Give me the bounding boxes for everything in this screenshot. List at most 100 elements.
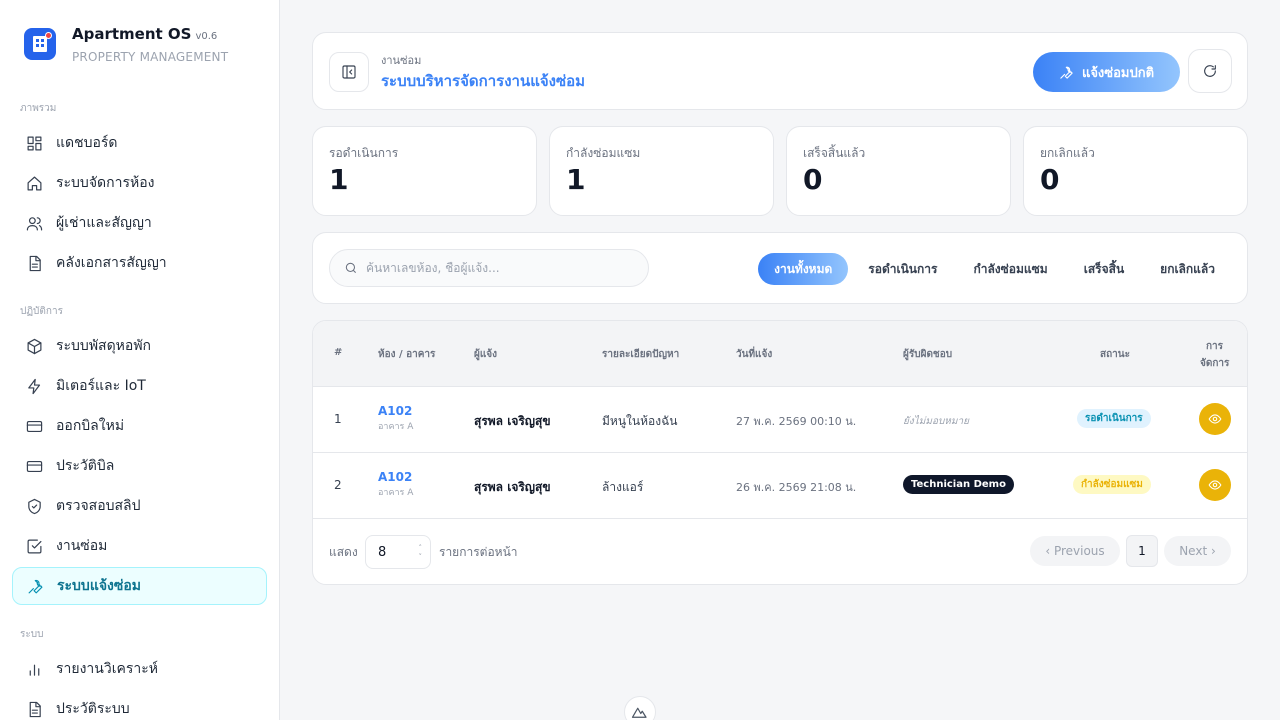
sidebar-item-system-log[interactable]: ประวัติระบบ (12, 690, 267, 720)
sidebar-item-rooms[interactable]: ระบบจัดการห้อง (12, 164, 267, 202)
filter-bar: งานทั้งหมด รอดำเนินการ กำลังซ่อมแซม เสร็… (312, 232, 1248, 304)
column-header-status: สถานะ (1100, 349, 1130, 360)
checkbox-icon (25, 537, 43, 555)
brand[interactable]: Apartment OS v0.6 PROPERTY MANAGEMENT (24, 24, 228, 64)
problem-detail: มีหนูในห้องฉัน (602, 414, 678, 428)
room-cell: A102 อาคาร A (378, 404, 413, 433)
search-input[interactable] (366, 261, 636, 275)
next-page-button[interactable]: Next › (1164, 536, 1231, 566)
assignee-cell: Technician Demo (903, 475, 1014, 494)
sidebar-item-dashboard[interactable]: แดชบอร์ด (12, 124, 267, 162)
tab-done[interactable]: เสร็จสิ้น (1068, 253, 1140, 285)
stat-card-in-progress: กำลังซ่อมแซม 1 (549, 126, 774, 216)
column-header-no: # (334, 347, 343, 358)
table-row[interactable]: 2 A102 อาคาร A สุรพล เจริญสุข ล้างแอร์ 2… (313, 453, 1247, 519)
app-subtitle: PROPERTY MANAGEMENT (72, 50, 229, 64)
view-button[interactable] (1199, 403, 1231, 435)
repair-table: # ห้อง / อาคาร ผู้แจ้ง รายละเอียดปัญหา ว… (312, 320, 1248, 585)
card-icon (25, 417, 43, 435)
building-label: อาคาร A (378, 488, 414, 498)
table-row[interactable]: 1 A102 อาคาร A สุรพล เจริญสุข มีหนูในห้อ… (313, 387, 1247, 453)
bar-chart-icon (25, 660, 43, 678)
sidebar-item-label: มิเตอร์และ IoT (56, 378, 146, 394)
wrench-icon (26, 577, 44, 595)
users-icon (25, 214, 43, 232)
dashboard-icon (25, 134, 43, 152)
row-number: 1 (334, 412, 342, 426)
document-icon (25, 254, 43, 272)
stat-value: 0 (1040, 163, 1060, 196)
sidebar-item-label: ออกบิลใหม่ (56, 418, 125, 434)
page-header: งานซ่อม ระบบบริหารจัดการงานแจ้งซ่อม แจ้ง… (312, 32, 1248, 110)
app-name: Apartment OS (72, 25, 192, 43)
stat-card-cancelled: ยกเลิกแล้ว 0 (1023, 126, 1248, 216)
sidebar-item-label: ประวัติบิล (56, 458, 115, 474)
sidebar-item-label: ตรวจสอบสลิป (56, 498, 141, 514)
sidebar-item-repairs[interactable]: งานซ่อม (12, 527, 267, 565)
report-repair-label: แจ้งซ่อมปกติ (1081, 65, 1155, 81)
sidebar-item-label: แดชบอร์ด (56, 135, 118, 151)
page-number-button[interactable]: 1 (1126, 535, 1158, 567)
stat-label: ยกเลิกแล้ว (1040, 146, 1095, 160)
wrench-icon (1060, 66, 1073, 79)
search-box[interactable] (329, 249, 649, 287)
sidebar-item-documents[interactable]: คลังเอกสารสัญญา (12, 244, 267, 282)
reporter-name: สุรพล เจริญสุข (474, 414, 551, 428)
sidebar-item-bill-history[interactable]: ประวัติบิล (12, 447, 267, 485)
stepper-arrows-icon: ˄ ˅ (418, 544, 423, 561)
sidebar-item-label: งานซ่อม (56, 538, 108, 554)
shield-icon (25, 497, 43, 515)
status-cell: กำลังซ่อมแซม (1073, 475, 1151, 494)
devtools-button[interactable] (624, 696, 656, 720)
tab-in-progress[interactable]: กำลังซ่อมแซม (957, 253, 1063, 285)
status-badge: รอดำเนินการ (1077, 409, 1151, 428)
sidebar-item-meters[interactable]: มิเตอร์และ IoT (12, 367, 267, 405)
breadcrumb: งานซ่อม (381, 54, 422, 67)
report-date: 27 พ.ค. 2569 00:10 น. (736, 415, 857, 428)
sidebar-item-new-bill[interactable]: ออกบิลใหม่ (12, 407, 267, 445)
nuxt-logo-icon (631, 707, 647, 718)
tab-pending[interactable]: รอดำเนินการ (852, 253, 953, 285)
reporter-name: สุรพล เจริญสุข (474, 480, 551, 494)
eye-icon (1208, 414, 1222, 424)
nav-section-overview: ภาพรวม (20, 103, 57, 114)
stat-label: เสร็จสิ้นแล้ว (803, 146, 866, 160)
report-date: 26 พ.ค. 2569 21:08 น. (736, 481, 857, 494)
stat-value: 1 (566, 163, 586, 196)
room-link[interactable]: A102 (378, 470, 413, 484)
status-badge: กำลังซ่อมแซม (1073, 475, 1151, 494)
stat-value: 0 (803, 163, 823, 196)
report-repair-button[interactable]: แจ้งซ่อมปกติ (1033, 52, 1180, 92)
per-page-value: 8 (378, 544, 387, 560)
tab-cancelled[interactable]: ยกเลิกแล้ว (1144, 253, 1231, 285)
room-link[interactable]: A102 (378, 404, 413, 418)
per-page-suffix: รายการต่อหน้า (439, 545, 518, 559)
sidebar-item-label: ประวัติระบบ (56, 701, 130, 717)
app-title: Apartment OS v0.6 (72, 24, 228, 47)
tab-all[interactable]: งานทั้งหมด (758, 253, 849, 285)
technician-badge: Technician Demo (903, 475, 1014, 494)
previous-page-button[interactable]: ‹ Previous (1030, 536, 1120, 566)
home-icon (25, 174, 43, 192)
sidebar-item-label: คลังเอกสารสัญญา (56, 255, 167, 271)
sidebar-item-label: ผู้เช่าและสัญญา (56, 215, 152, 231)
sidebar-item-parcels[interactable]: ระบบพัสดุหอพัก (12, 327, 267, 365)
unassigned-label: ยังไม่มอบหมาย (903, 416, 969, 427)
collapse-sidebar-button[interactable] (329, 52, 369, 92)
refresh-button[interactable] (1188, 49, 1232, 93)
sidebar-item-slip-check[interactable]: ตรวจสอบสลิป (12, 487, 267, 525)
page-title: ระบบบริหารจัดการงานแจ้งซ่อม (381, 72, 586, 90)
column-header-actions-line2: จัดการ (1200, 358, 1230, 369)
stat-label: รอดำเนินการ (329, 146, 399, 160)
sidebar-item-repair-requests[interactable]: ระบบแจ้งซ่อม (12, 567, 267, 605)
sidebar-item-tenants[interactable]: ผู้เช่าและสัญญา (12, 204, 267, 242)
view-button[interactable] (1199, 469, 1231, 501)
per-page-select[interactable]: 8 ˄ ˅ (365, 535, 431, 569)
refresh-icon (1204, 65, 1216, 77)
sidebar-item-reports[interactable]: รายงานวิเคราะห์ (12, 650, 267, 688)
card-icon (25, 457, 43, 475)
sidebar-item-label: ระบบแจ้งซ่อม (57, 578, 142, 594)
stat-card-pending: รอดำเนินการ 1 (312, 126, 537, 216)
sidebar-item-label: ระบบพัสดุหอพัก (56, 338, 152, 354)
building-label: อาคาร A (378, 422, 414, 432)
